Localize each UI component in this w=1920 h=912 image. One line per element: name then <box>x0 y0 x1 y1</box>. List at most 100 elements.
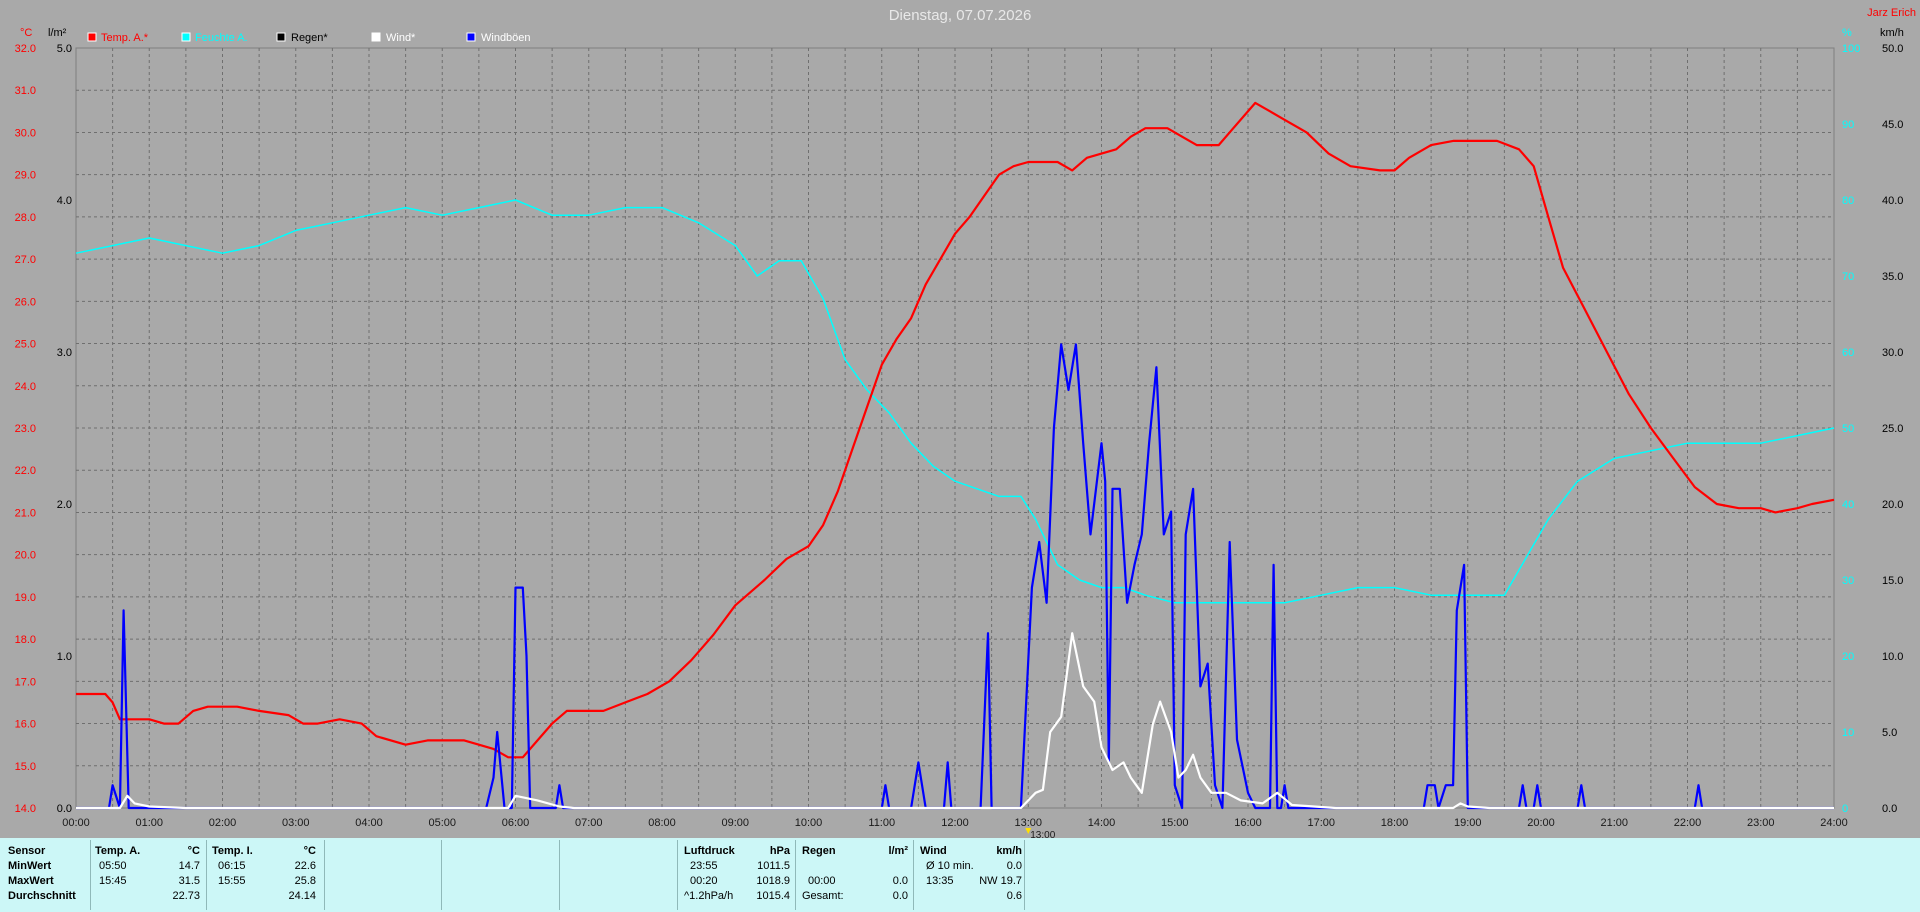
legend-item-gusts[interactable]: Windböen <box>466 32 531 44</box>
temp-tick-label: 24.0 <box>15 381 36 393</box>
temp-tick-label: 26.0 <box>15 296 36 308</box>
pressure-trend-label: ^1.2hPa/h <box>684 890 734 902</box>
temp-tick-label: 19.0 <box>15 592 36 604</box>
temp-tick-label: 21.0 <box>15 507 36 519</box>
temp-tick-label: 15.0 <box>15 761 36 773</box>
wind-tick-label: 40.0 <box>1882 195 1903 207</box>
humidity-tick-label: 20 <box>1842 651 1854 663</box>
temp-tick-label: 23.0 <box>15 423 36 435</box>
humidity-tick-label: 100 <box>1842 43 1860 55</box>
wind-tick-label: 50.0 <box>1882 43 1903 55</box>
wind-unit: km/h <box>1880 27 1904 39</box>
humidity-tick-label: 0 <box>1842 803 1848 815</box>
time-marker: 13:00 <box>1025 828 1056 838</box>
wind-axis: 0.0 5.0 10.0 15.0 20.0 25.0 30.0 35.0 40.0 45.0 50… <box>1882 43 1903 815</box>
time-tick-label: 06:00 <box>502 817 530 829</box>
rain-max-value: 0.0 <box>892 875 908 887</box>
stats-panel: Sensor MinWert MaxWert Durchschnitt Temp… <box>0 838 1920 912</box>
rain-total-value: 0.0 <box>892 890 908 902</box>
temp-a-title: Temp. A. <box>95 845 141 857</box>
time-tick-label: 16:00 <box>1234 817 1262 829</box>
temp-tick-label: 25.0 <box>15 339 36 351</box>
sensor-label: Sensor <box>8 845 46 857</box>
temp-axis: 14.0 15.0 16.0 17.0 18.0 19.0 20.0 21.0 22.0 23.0… <box>15 43 36 815</box>
time-tick-label: 18:00 <box>1381 817 1409 829</box>
pressure-avg-value: 1015.4 <box>756 890 790 902</box>
temp-tick-label: 17.0 <box>15 676 36 688</box>
time-tick-label: 01:00 <box>135 817 163 829</box>
wind-tick-label: 15.0 <box>1882 575 1903 587</box>
wind-unit: km/h <box>996 845 1022 857</box>
humidity-tick-label: 40 <box>1842 499 1854 511</box>
humidity-tick-label: 50 <box>1842 423 1854 435</box>
rain-unit: l/m² <box>48 27 67 39</box>
rain-tick-label: 4.0 <box>57 195 72 207</box>
owner-label: Jarz Erich <box>1867 7 1916 19</box>
rain-tick-label: 3.0 <box>57 347 72 359</box>
min-label: MinWert <box>8 860 52 872</box>
temp-tick-label: 30.0 <box>15 127 36 139</box>
temp-tick-label: 18.0 <box>15 634 36 646</box>
temp-tick-label: 28.0 <box>15 212 36 224</box>
wind-tick-label: 5.0 <box>1882 727 1897 739</box>
legend-label: Temp. A.* <box>101 32 149 44</box>
time-tick-label: 04:00 <box>355 817 383 829</box>
wind-tick-label: 0.0 <box>1882 803 1897 815</box>
legend-label: Windböen <box>481 32 531 44</box>
rain-tick-label: 1.0 <box>57 651 72 663</box>
temp-i-min-value: 22.6 <box>294 860 316 872</box>
temp-tick-label: 14.0 <box>15 803 36 815</box>
temp-tick-label: 32.0 <box>15 43 36 55</box>
time-axis: 00:00 01:00 02:00 03:00 04:00 05:00 06:00 07:00… <box>62 817 1848 829</box>
humidity-tick-label: 70 <box>1842 271 1854 283</box>
wind-tick-label: 35.0 <box>1882 271 1903 283</box>
chart-title: Dienstag, 07.07.2026 <box>889 7 1032 24</box>
time-tick-label: 14:00 <box>1088 817 1116 829</box>
pressure-title: Luftdruck <box>684 845 735 857</box>
time-tick-label: 00:00 <box>62 817 90 829</box>
time-tick-label: 22:00 <box>1674 817 1702 829</box>
time-tick-label: 12:00 <box>941 817 969 829</box>
rain-tick-label: 5.0 <box>57 43 72 55</box>
legend-item-wind[interactable]: Wind* <box>371 32 416 44</box>
max-label: MaxWert <box>8 875 54 887</box>
temp-unit: °C <box>20 27 32 39</box>
time-tick-label: 11:00 <box>868 817 895 829</box>
pressure-max-value: 1018.9 <box>756 875 790 887</box>
temp-a-avg-value: 22.73 <box>172 890 200 902</box>
time-tick-label: 08:00 <box>648 817 676 829</box>
rain-axis: 0.0 1.0 2.0 3.0 4.0 5.0 <box>57 43 72 815</box>
temp-tick-label: 20.0 <box>15 550 36 562</box>
temp-tick-label: 16.0 <box>15 719 36 731</box>
wind-avg10-value: 0.0 <box>1006 860 1022 872</box>
wind-max-time: 13:35 <box>926 875 954 887</box>
temp-i-unit: °C <box>303 845 316 857</box>
legend-label: Regen* <box>291 32 328 44</box>
time-tick-label: 21:00 <box>1600 817 1628 829</box>
temp-i-title: Temp. I. <box>212 845 253 857</box>
humidity-tick-label: 80 <box>1842 195 1854 207</box>
wind-tick-label: 20.0 <box>1882 499 1903 511</box>
humidity-axis: 0 10 20 30 40 50 60 70 80 90 100 <box>1842 43 1860 815</box>
humidity-tick-label: 60 <box>1842 347 1854 359</box>
rain-tick-label: 0.0 <box>57 803 72 815</box>
time-tick-label: 05:00 <box>428 817 456 829</box>
legend-item-rain[interactable]: Regen* <box>276 32 328 44</box>
wind-avg-value: 0.6 <box>1006 890 1022 902</box>
time-tick-label: 10:00 <box>795 817 823 829</box>
wind-title: Wind <box>920 845 947 857</box>
temp-a-min-time: 05:50 <box>99 860 127 872</box>
wind-tick-label: 45.0 <box>1882 119 1903 131</box>
weather-chart: 14.0 15.0 16.0 17.0 18.0 19.0 20.0 21.0 22.0 23.0… <box>15 7 1916 838</box>
humidity-tick-label: 10 <box>1842 727 1854 739</box>
legend-item-humidity[interactable]: Feuchte A. <box>181 32 248 44</box>
legend-item-temp[interactable]: Temp. A.* <box>87 32 149 44</box>
humidity-unit: % <box>1842 27 1852 39</box>
temp-a-unit: °C <box>187 845 200 857</box>
time-tick-label: 07:00 <box>575 817 603 829</box>
time-tick-label: 23:00 <box>1747 817 1775 829</box>
time-tick-label: 17:00 <box>1307 817 1335 829</box>
time-tick-label: 24:00 <box>1820 817 1848 829</box>
temp-tick-label: 22.0 <box>15 465 36 477</box>
time-tick-label: 09:00 <box>721 817 749 829</box>
